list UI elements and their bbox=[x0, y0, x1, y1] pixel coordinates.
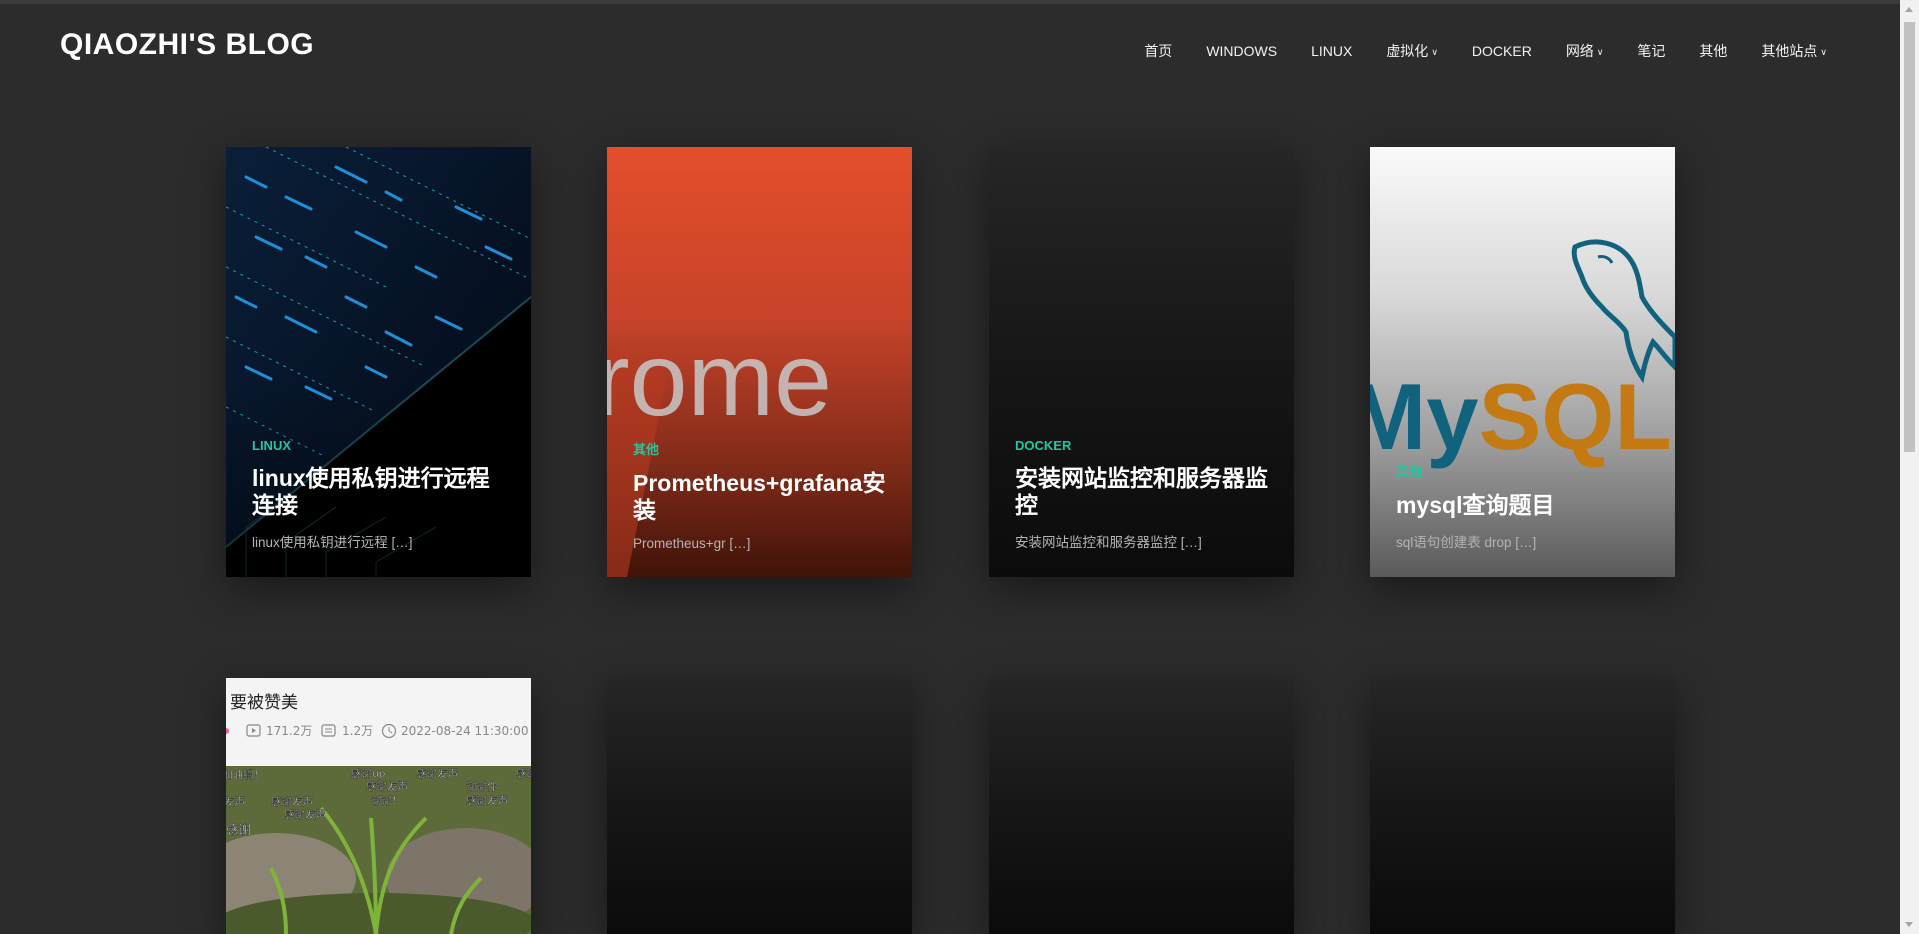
nav-item-virtualization[interactable]: 虚拟化 ∨ bbox=[1386, 41, 1438, 61]
post-thumbnail bbox=[989, 678, 1294, 934]
nav-item-label: LINUX bbox=[1311, 43, 1353, 59]
post-category[interactable]: DOCKER bbox=[1015, 438, 1274, 453]
mysql-logo-text: MySQL bbox=[1370, 364, 1672, 469]
post-card-row2-4[interactable] bbox=[1370, 678, 1675, 934]
post-card-row2-1[interactable]: 要被赞美 171.2万 1.2万 2022-08-24 11:30:00 加油啊… bbox=[226, 678, 531, 934]
page: QIAOZHI'S BLOG 首页 WINDOWS LINUX 虚拟化 ∨ DOC… bbox=[0, 0, 1919, 934]
post-title[interactable]: Prometheus+grafana安装 bbox=[633, 470, 892, 524]
post-category[interactable]: 其他 bbox=[1396, 461, 1655, 480]
nav-item-notes[interactable]: 笔记 bbox=[1637, 41, 1665, 61]
post-card-prometheus[interactable]: rome 其他 Prometheus+grafana安装 Prometheus+… bbox=[607, 147, 912, 577]
video-screenshot-image: 要被赞美 171.2万 1.2万 2022-08-24 11:30:00 加油啊… bbox=[226, 678, 531, 934]
post-excerpt: sql语句创建表 drop […] bbox=[1396, 535, 1537, 550]
post-title[interactable]: mysql查询题目 bbox=[1396, 492, 1655, 519]
site-title[interactable]: QIAOZHI'S BLOG bbox=[60, 28, 314, 62]
post-title[interactable]: linux使用私钥进行远程连接 bbox=[252, 465, 511, 519]
post-excerpt: Prometheus+gr […] bbox=[633, 536, 751, 551]
post-excerpt: 安装网站监控和服务器监控 […] bbox=[1015, 535, 1202, 550]
nav-item-other-sites[interactable]: 其他站点 ∨ bbox=[1761, 41, 1827, 61]
danmaku-comment: 感谢up bbox=[351, 767, 386, 780]
main-nav: 首页 WINDOWS LINUX 虚拟化 ∨ DOCKER 网络 ∨ 笔记 其他 其… bbox=[1110, 41, 1827, 61]
nav-item-label: 其他站点 bbox=[1761, 43, 1818, 59]
nav-item-other[interactable]: 其他 bbox=[1699, 41, 1727, 61]
nav-item-label: DOCKER bbox=[1471, 43, 1532, 59]
top-strip bbox=[0, 0, 1900, 4]
nav-item-docker[interactable]: DOCKER bbox=[1472, 43, 1532, 59]
post-title[interactable]: 安装网站监控和服务器监控 bbox=[1015, 465, 1274, 519]
chevron-down-icon: ∨ bbox=[1431, 46, 1438, 57]
scrollbar-thumb[interactable] bbox=[1904, 22, 1915, 452]
scroll-down-arrow-icon[interactable] bbox=[1905, 922, 1913, 927]
danmaku-comment: 感谢发声 bbox=[284, 808, 326, 821]
danmaku-comment: 感谢发声 bbox=[416, 767, 458, 780]
post-card-content: 其他 Prometheus+grafana安装 Prometheus+gr […… bbox=[633, 439, 892, 551]
post-card-row2-2[interactable] bbox=[607, 678, 912, 934]
nav-item-label: 笔记 bbox=[1637, 43, 1666, 59]
danmaku-comment: 感谢发声 bbox=[271, 795, 313, 808]
nav-item-network[interactable]: 网络 ∨ bbox=[1566, 41, 1604, 61]
nav-item-windows[interactable]: WINDOWS bbox=[1206, 43, 1277, 59]
danmaku-comment: 谢谢你 bbox=[466, 780, 498, 793]
nav-item-label: 网络 bbox=[1565, 43, 1594, 59]
post-excerpt: linux使用私钥进行远程 […] bbox=[252, 535, 413, 550]
chevron-down-icon: ∨ bbox=[1820, 46, 1827, 57]
nav-item-label: 其他 bbox=[1699, 43, 1728, 59]
post-card-mysql[interactable]: MySQL 其他 mysql查询题目 sql语句创建表 drop […] bbox=[1370, 147, 1675, 577]
banner-text: rome bbox=[607, 322, 832, 438]
danmaku-comment: 感谢发声 bbox=[366, 780, 408, 793]
comments-count: 1.2万 bbox=[342, 724, 373, 738]
scroll-up-arrow-icon[interactable] bbox=[1905, 7, 1913, 12]
post-card-row2-3[interactable] bbox=[989, 678, 1294, 934]
nav-item-label: 虚拟化 bbox=[1386, 43, 1429, 59]
post-card-monitoring[interactable]: DOCKER 安装网站监控和服务器监控 安装网站监控和服务器监控 […] bbox=[989, 147, 1294, 577]
video-heading: 要被赞美 bbox=[230, 693, 298, 713]
danmaku-comment: 感谢发声 bbox=[466, 794, 508, 807]
chevron-down-icon: ∨ bbox=[1596, 46, 1604, 57]
post-card-content: DOCKER 安装网站监控和服务器监控 安装网站监控和服务器监控 […] bbox=[1015, 438, 1274, 551]
nav-item-label: 首页 bbox=[1144, 43, 1173, 59]
nav-item-linux[interactable]: LINUX bbox=[1311, 43, 1352, 59]
post-card-content: LINUX linux使用私钥进行远程连接 linux使用私钥进行远程 […] bbox=[252, 438, 511, 551]
danmaku-comment: 谢谢！ bbox=[371, 794, 403, 807]
post-thumbnail bbox=[607, 678, 912, 934]
nav-item-label: WINDOWS bbox=[1206, 43, 1278, 59]
danmaku-comment: 感谢 bbox=[516, 767, 531, 780]
publish-datetime: 2022-08-24 11:30:00 bbox=[401, 724, 528, 738]
post-card-linux-key[interactable]: LINUX linux使用私钥进行远程连接 linux使用私钥进行远程 […] bbox=[226, 147, 531, 577]
post-card-content: 其他 mysql查询题目 sql语句创建表 drop […] bbox=[1396, 461, 1655, 551]
post-category[interactable]: LINUX bbox=[252, 438, 511, 453]
danmaku-comment: 感谢 bbox=[226, 822, 251, 837]
nav-item-home[interactable]: 首页 bbox=[1144, 41, 1172, 61]
danmaku-comment: 发声 bbox=[226, 795, 245, 808]
vertical-scrollbar[interactable] bbox=[1900, 0, 1919, 934]
post-category[interactable]: 其他 bbox=[633, 439, 892, 458]
post-thumbnail bbox=[1370, 678, 1675, 934]
views-count: 171.2万 bbox=[266, 724, 312, 738]
danmaku-comment: 加油啊！ bbox=[226, 768, 264, 781]
